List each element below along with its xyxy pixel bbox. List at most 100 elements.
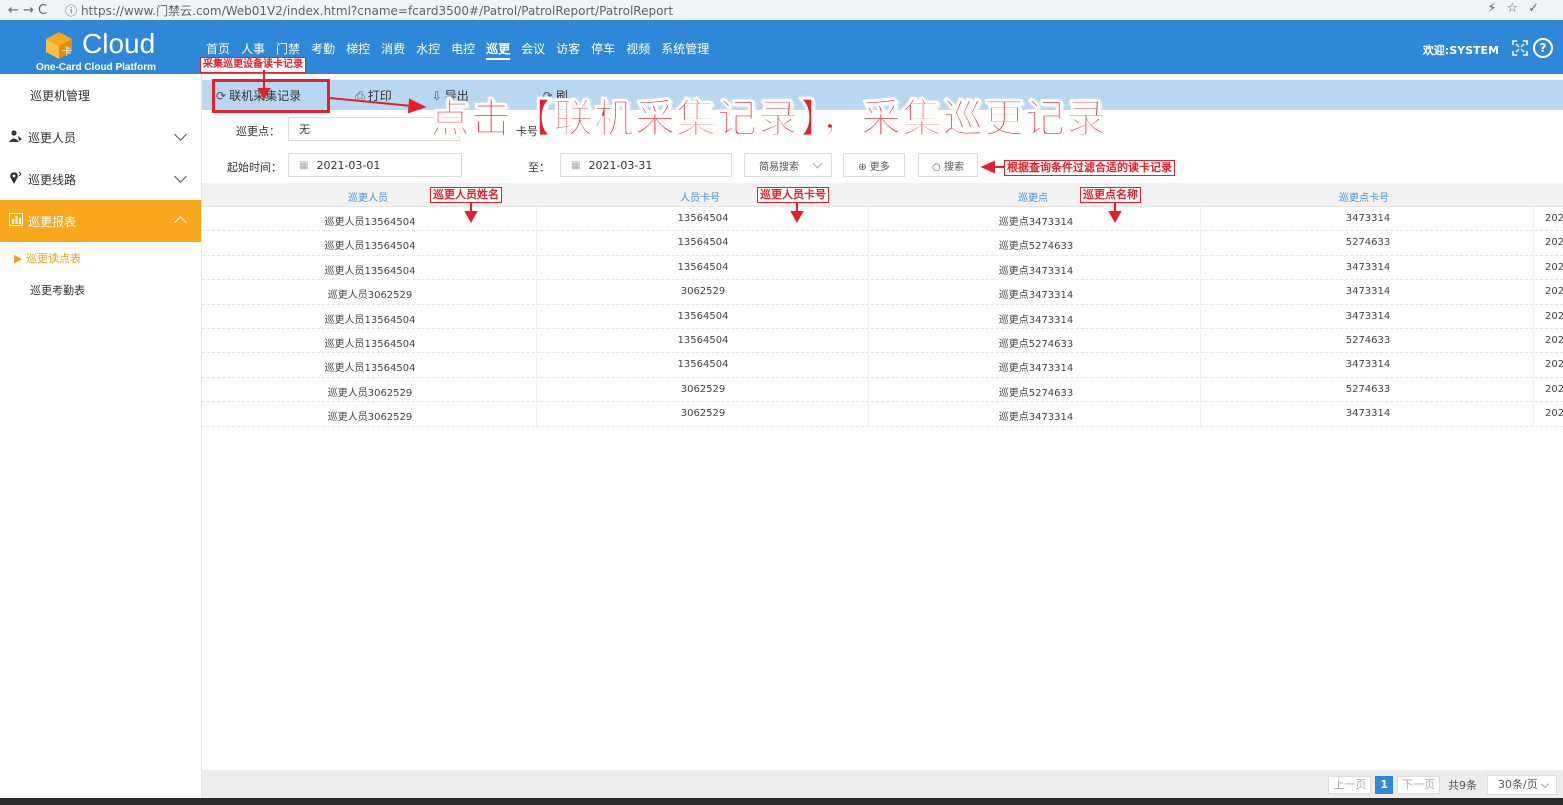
annotation-callout: 点击【联机采集记录】，采集巡更记录 — [430, 96, 1107, 143]
nav-visitor[interactable]: 访客 — [556, 40, 580, 60]
welcome-user: 欢迎:SYSTEM — [1422, 44, 1499, 57]
table-cell: 巡更人员13564504 — [324, 363, 416, 375]
arrow-head — [980, 160, 995, 174]
annotation-staff-card: 巡更人员卡号 — [757, 187, 829, 203]
browser-actions[interactable]: ⚡☆✓ — [1487, 1, 1549, 16]
logo-subtitle: One-Card Cloud Platform — [36, 62, 157, 73]
table-cell: 3062529 — [680, 408, 726, 420]
person-icon — [8, 129, 24, 145]
calendar-icon: ▦ — [571, 159, 581, 171]
table-cell: 202 — [1545, 383, 1563, 395]
nav-elevator[interactable]: 梯控 — [346, 40, 370, 60]
sidebar-group-patrol-route[interactable]: 巡更线路 — [0, 158, 201, 200]
nav-meeting[interactable]: 会议 — [521, 40, 545, 60]
nav-consume[interactable]: 消费 — [381, 40, 405, 60]
annotation-staff-name: 巡更人员姓名 — [430, 187, 502, 203]
table-cell: 202 — [1545, 261, 1563, 273]
table-cell: 巡更人员13564504 — [324, 217, 416, 228]
table-header: 巡更人员 人员卡号 巡更点 巡更点卡号 — [202, 183, 1563, 207]
prev-page-button[interactable]: 上一页 — [1328, 776, 1372, 794]
column-divider — [536, 207, 537, 427]
table-row[interactable]: 巡更人员13564504 13564504 巡更点5274633 5274633 202 — [202, 329, 1563, 354]
table-body: 巡更人员13564504 13564504 巡更点3473314 3473314 202… — [202, 207, 1563, 427]
calendar-icon: ▦ — [299, 159, 309, 171]
sidebar-group-patrol-report[interactable]: 巡更报表 — [0, 200, 201, 242]
print-icon: ⎙ — [355, 88, 365, 103]
column-header-card[interactable]: 人员卡号 — [680, 189, 720, 204]
nav-system[interactable]: 系统管理 — [661, 40, 709, 60]
table-cell: 202 — [1545, 334, 1563, 346]
print-button[interactable]: ⎙ 打印 — [355, 87, 392, 104]
table-row[interactable]: 巡更人员13564504 13564504 巡更点3473314 3473314 202 — [202, 353, 1563, 378]
nav-video[interactable]: 视频 — [626, 40, 650, 60]
logo-word: Cloud — [82, 28, 156, 59]
table-cell: 13564504 — [677, 237, 729, 249]
table-row[interactable]: 巡更人员13564504 13564504 巡更点3473314 3473314 202 — [202, 207, 1563, 232]
column-header-point-card[interactable]: 巡更点卡号 — [1339, 189, 1389, 204]
logo[interactable]: 卡 Cloud One-Card Cloud Platform — [28, 26, 188, 73]
table-cell: 3473314 — [1345, 359, 1391, 371]
sidebar-item-patrol-read-report[interactable]: ▶ 巡更读点表 — [0, 242, 201, 274]
table-cell: 5274633 — [1345, 383, 1391, 395]
sidebar-item-label: 巡更报表 — [28, 214, 77, 229]
table-cell: 巡更人员3062529 — [327, 290, 413, 302]
sidebar-item-patrol-machine[interactable]: 巡更机管理 — [0, 74, 201, 116]
page-size-select[interactable]: 30条/页 — [1487, 775, 1557, 795]
end-date-field[interactable]: ▦ 2021-03-31 — [560, 153, 732, 177]
search-mode-select[interactable]: 简易搜索 — [744, 153, 832, 177]
table-cell: 巡更人员13564504 — [324, 338, 416, 350]
url-field[interactable]: ⓘ https://www.门禁云.com/Web01V2/index.html… — [65, 2, 673, 19]
browser-nav-buttons[interactable]: ← → C — [8, 3, 47, 18]
table-row[interactable]: 巡更人员3062529 3062529 巡更点5274633 5274633 202 — [202, 378, 1563, 403]
sidebar-group-patrol-staff[interactable]: 巡更人员 — [0, 116, 201, 158]
nav-parking[interactable]: 停车 — [591, 40, 615, 60]
nav-patrol[interactable]: 巡更 — [486, 40, 511, 60]
column-header-staff[interactable]: 巡更人员 — [348, 189, 388, 204]
nav-attendance[interactable]: 考勤 — [311, 40, 335, 60]
chevron-up-icon — [174, 216, 187, 229]
nav-water[interactable]: 水控 — [416, 40, 440, 60]
table-cell: 巡更点3473314 — [998, 314, 1074, 326]
svg-text:卡: 卡 — [62, 45, 72, 58]
sidebar-item-patrol-attendance-report[interactable]: 巡更考勤表 — [0, 274, 201, 306]
table-row[interactable]: 巡更人员3062529 3062529 巡更点3473314 3473314 202 — [202, 280, 1563, 305]
table-row[interactable]: 巡更人员3062529 3062529 巡更点3473314 3473314 202 — [202, 402, 1563, 427]
fullscreen-icon[interactable] — [1511, 39, 1529, 57]
table-cell: 3473314 — [1345, 213, 1391, 224]
sidebar-item-label: 巡更机管理 — [30, 88, 91, 103]
annotation-point-name: 巡更点名称 — [1080, 187, 1141, 203]
table-cell: 3473314 — [1345, 408, 1391, 420]
table-cell: 5274633 — [1345, 237, 1391, 249]
chevron-down-icon — [812, 158, 823, 169]
location-pin-icon — [8, 171, 24, 188]
table-cell: 巡更人员13564504 — [324, 314, 416, 326]
annotation-highlight-collect — [212, 79, 330, 113]
page-1-button[interactable]: 1 — [1375, 776, 1393, 794]
sidebar-item-label: 巡更人员 — [28, 130, 77, 145]
pagination: 上一页 1 下一页 共9条 30条/页 — [1328, 775, 1557, 795]
table-cell: 巡更点5274633 — [998, 387, 1074, 399]
more-filters-button[interactable]: ⊕ 更多 — [843, 153, 905, 177]
table-cell: 13564504 — [677, 261, 729, 273]
table-row[interactable]: 巡更人员13564504 13564504 巡更点3473314 3473314 202 — [202, 256, 1563, 281]
nav-power[interactable]: 电控 — [451, 40, 475, 60]
table-row[interactable]: 巡更人员13564504 13564504 巡更点3473314 3473314 202 — [202, 305, 1563, 329]
total-count: 共9条 — [1448, 779, 1477, 792]
table-cell: 巡更人员13564504 — [324, 265, 416, 277]
next-page-button[interactable]: 下一页 — [1397, 776, 1440, 794]
sidebar-item-label: 巡更线路 — [28, 172, 77, 187]
table-cell: 202 — [1545, 237, 1563, 249]
table-cell: 3062529 — [680, 286, 726, 298]
column-divider — [1533, 207, 1534, 427]
table-cell: 13564504 — [677, 359, 729, 371]
start-date-field[interactable]: ▦ 2021-03-01 — [288, 153, 462, 177]
table-cell: 202 — [1545, 359, 1563, 371]
end-time-label: 至： — [528, 161, 550, 174]
table-cell: 3473314 — [1345, 261, 1391, 273]
search-button[interactable]: ○ 搜索 — [918, 153, 978, 177]
help-icon[interactable]: ? — [1533, 38, 1553, 58]
column-header-point[interactable]: 巡更点 — [1018, 189, 1048, 204]
table-cell: 巡更点5274633 — [998, 338, 1074, 350]
column-divider — [868, 207, 869, 427]
table-row[interactable]: 巡更人员13564504 13564504 巡更点5274633 5274633 202 — [202, 231, 1563, 256]
